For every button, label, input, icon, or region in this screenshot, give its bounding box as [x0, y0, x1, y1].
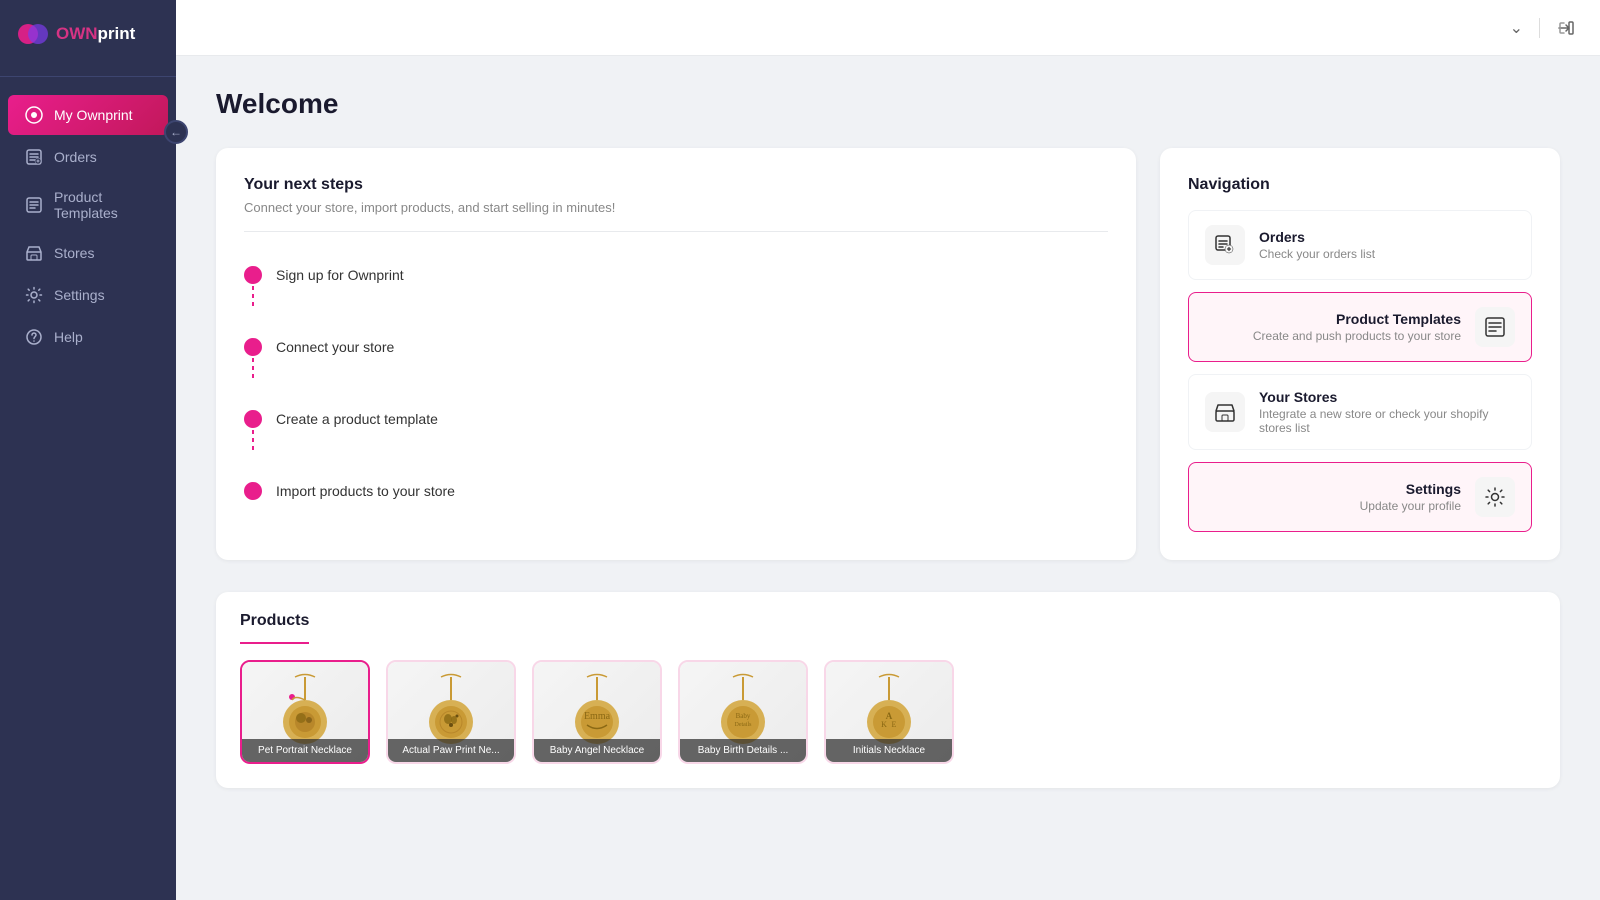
product-card-1[interactable]: Actual Paw Print Ne... — [386, 660, 516, 764]
step-item: Import products to your store — [244, 468, 1108, 514]
navigation-card-title: Navigation — [1188, 176, 1532, 194]
page-title: Welcome — [216, 88, 1560, 120]
my-ownprint-icon — [24, 105, 44, 125]
sidebar-collapse-button[interactable]: ← — [164, 120, 188, 144]
orders-icon — [24, 147, 44, 167]
svg-text:Baby: Baby — [736, 712, 751, 720]
sidebar-item-label: Orders — [54, 149, 97, 165]
nav-item-text: Settings Update your profile — [1205, 481, 1461, 513]
main-content: ⌄ Welcome Your next steps Connect your s… — [176, 0, 1600, 900]
sidebar-item-label: Product Templates — [54, 189, 152, 221]
settings-nav-icon — [1475, 477, 1515, 517]
step-line — [252, 286, 254, 310]
nav-item-text: Orders Check your orders list — [1259, 229, 1515, 261]
step-dot-wrap — [244, 410, 262, 454]
nav-item-your-stores[interactable]: Your Stores Integrate a new store or che… — [1188, 374, 1532, 450]
step-dot-wrap — [244, 482, 262, 500]
topbar-divider — [1539, 18, 1540, 38]
step-dot — [244, 410, 262, 428]
nav-items: Orders Check your orders list Product Te… — [1188, 210, 1532, 532]
logo-text: OWNprint — [56, 24, 135, 44]
step-item: Connect your store — [244, 324, 1108, 396]
settings-icon — [24, 285, 44, 305]
sidebar-item-my-ownprint[interactable]: My Ownprint — [8, 95, 168, 135]
svg-text:Details: Details — [735, 722, 753, 728]
step-label: Create a product template — [276, 410, 438, 427]
steps-list: Sign up for Ownprint Connect your store — [244, 252, 1108, 514]
svg-text:E: E — [892, 720, 897, 729]
product-name-4: Initials Necklace — [826, 739, 952, 762]
step-dot — [244, 266, 262, 284]
product-templates-icon — [24, 195, 44, 215]
products-section: Products — [216, 592, 1560, 788]
product-card-3[interactable]: Baby Details Baby Birth Details ... — [678, 660, 808, 764]
sidebar-item-label: Settings — [54, 287, 105, 303]
nav-item-desc: Create and push products to your store — [1205, 329, 1461, 343]
step-dot — [244, 482, 262, 500]
step-label: Connect your store — [276, 338, 394, 355]
products-title: Products — [240, 612, 309, 644]
step-item: Create a product template — [244, 396, 1108, 468]
logo: OWNprint — [0, 0, 176, 68]
step-dot-wrap — [244, 338, 262, 382]
svg-text:K: K — [881, 720, 887, 729]
product-name-3: Baby Birth Details ... — [680, 739, 806, 762]
step-line — [252, 430, 254, 454]
step-line — [252, 358, 254, 382]
products-grid: Pet Portrait Necklace — [240, 660, 1536, 764]
nav-item-orders[interactable]: Orders Check your orders list — [1188, 210, 1532, 280]
navigation-card: Navigation — [1160, 148, 1560, 560]
nav-item-desc: Update your profile — [1205, 499, 1461, 513]
nav-item-settings[interactable]: Settings Update your profile — [1188, 462, 1532, 532]
product-card-2[interactable]: Emma Baby Angel Necklace — [532, 660, 662, 764]
sidebar-item-stores[interactable]: Stores — [8, 233, 168, 273]
orders-nav-icon — [1205, 225, 1245, 265]
product-templates-nav-icon — [1475, 307, 1515, 347]
next-steps-subtitle: Connect your store, import products, and… — [244, 200, 1108, 232]
logo-icon — [16, 18, 48, 50]
step-dot — [244, 338, 262, 356]
chevron-down-icon[interactable]: ⌄ — [1510, 18, 1523, 38]
nav-item-label: Product Templates — [1205, 311, 1461, 327]
nav-item-product-templates[interactable]: Product Templates Create and push produc… — [1188, 292, 1532, 362]
sidebar-item-label: My Ownprint — [54, 107, 133, 123]
sidebar-item-orders[interactable]: Orders — [8, 137, 168, 177]
nav-item-desc: Check your orders list — [1259, 247, 1515, 261]
next-steps-card: Your next steps Connect your store, impo… — [216, 148, 1136, 560]
stores-icon — [24, 243, 44, 263]
product-card-0[interactable]: Pet Portrait Necklace — [240, 660, 370, 764]
nav-item-label: Your Stores — [1259, 389, 1515, 405]
sidebar: OWNprint ← My Ownprint — [0, 0, 176, 900]
sidebar-item-product-templates[interactable]: Product Templates — [8, 179, 168, 231]
step-item: Sign up for Ownprint — [244, 252, 1108, 324]
product-card-4[interactable]: A K E Initials Necklace — [824, 660, 954, 764]
nav-item-label: Settings — [1205, 481, 1461, 497]
cards-row: Your next steps Connect your store, impo… — [216, 148, 1560, 560]
stores-nav-icon — [1205, 392, 1245, 432]
page-content: Welcome Your next steps Connect your sto… — [176, 56, 1600, 900]
help-icon — [24, 327, 44, 347]
product-name-2: Baby Angel Necklace — [534, 739, 660, 762]
step-label: Import products to your store — [276, 482, 455, 499]
product-name-1: Actual Paw Print Ne... — [388, 739, 514, 762]
product-name-0: Pet Portrait Necklace — [242, 739, 368, 762]
topbar: ⌄ — [176, 0, 1600, 56]
sidebar-item-label: Help — [54, 329, 83, 345]
step-label: Sign up for Ownprint — [276, 266, 404, 283]
nav-item-text: Your Stores Integrate a new store or che… — [1259, 389, 1515, 435]
nav-item-label: Orders — [1259, 229, 1515, 245]
nav-item-desc: Integrate a new store or check your shop… — [1259, 407, 1515, 435]
sidebar-item-settings[interactable]: Settings — [8, 275, 168, 315]
logout-icon[interactable] — [1556, 18, 1576, 38]
svg-text:Emma: Emma — [584, 711, 611, 722]
step-dot-wrap — [244, 266, 262, 310]
nav-item-text: Product Templates Create and push produc… — [1205, 311, 1461, 343]
sidebar-item-label: Stores — [54, 245, 94, 261]
sidebar-nav: My Ownprint Orders — [0, 85, 176, 900]
next-steps-title: Your next steps — [244, 176, 1108, 194]
sidebar-item-help[interactable]: Help — [8, 317, 168, 357]
